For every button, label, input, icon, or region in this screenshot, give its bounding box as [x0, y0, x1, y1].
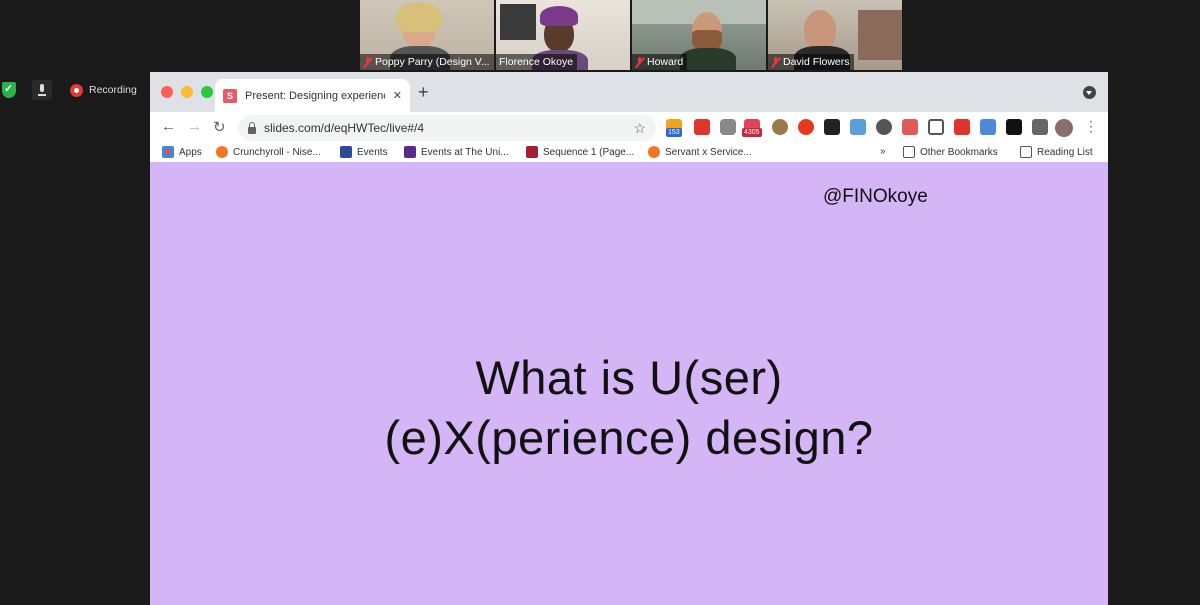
- tp-extension-icon[interactable]: [954, 119, 970, 135]
- university-m-icon: [404, 146, 416, 158]
- puzzle-extensions-icon[interactable]: [1032, 119, 1048, 135]
- browser-window: S Present: Designing experience ✕ + ← → …: [150, 72, 1108, 605]
- headline-line-2: (e)X(perience) design?: [384, 411, 874, 464]
- participant-tile[interactable]: Howard: [632, 0, 766, 70]
- new-tab-button[interactable]: +: [418, 82, 429, 103]
- window-controls: [161, 86, 213, 98]
- slide-headline: What is U(ser) (e)X(perience) design?: [150, 348, 1108, 468]
- participant-name: David Flowers: [768, 54, 854, 70]
- lock-icon[interactable]: [248, 121, 256, 134]
- folder-icon: [903, 146, 915, 158]
- bookmark-events[interactable]: Events: [340, 146, 388, 158]
- bookmark-events-uni[interactable]: Events at The Uni...: [404, 146, 509, 158]
- feather-extension-icon[interactable]: [980, 119, 996, 135]
- microphone-icon[interactable]: [32, 80, 52, 100]
- presentation-slide[interactable]: @FINOkoye What is U(ser) (e)X(perience) …: [150, 162, 1108, 605]
- participant-strip: Poppy Parry (Design V... Florence Okoye …: [360, 0, 902, 70]
- mic-muted-icon: [635, 56, 644, 68]
- tab-title: Present: Designing experience: [245, 89, 385, 102]
- media-extension-icon[interactable]: [694, 119, 710, 135]
- reload-button[interactable]: ↻: [213, 118, 226, 136]
- meeting-status: Recording: [0, 80, 137, 100]
- close-tab-icon[interactable]: ✕: [393, 89, 402, 102]
- close-window-button[interactable]: [161, 86, 173, 98]
- crop-extension-icon[interactable]: [928, 119, 944, 135]
- crunchyroll-icon: [648, 146, 660, 158]
- bookmark-star-icon[interactable]: ☆: [633, 120, 646, 137]
- toolbar: ← → ↻ slides.com/d/eqHWTec/live#/4 ☆ 153…: [150, 112, 1108, 144]
- headline-line-1: What is U(ser): [475, 351, 783, 404]
- participant-tile[interactable]: David Flowers: [768, 0, 902, 70]
- back-button[interactable]: ←: [161, 118, 176, 135]
- bookmark-servant[interactable]: Servant x Service...: [648, 146, 752, 158]
- owl-extension-icon[interactable]: [772, 119, 788, 135]
- bookmark-apps[interactable]: Apps: [162, 146, 202, 158]
- image-extension-icon[interactable]: [850, 119, 866, 135]
- more-menu-icon[interactable]: ⋮: [1084, 118, 1098, 135]
- recording-label: Recording: [89, 84, 137, 96]
- maximize-window-button[interactable]: [201, 86, 213, 98]
- slides-favicon-icon: S: [223, 88, 237, 103]
- tab-active[interactable]: S Present: Designing experience ✕: [215, 79, 410, 112]
- profile-avatar[interactable]: [1055, 119, 1073, 137]
- b-extension-icon[interactable]: [1006, 119, 1022, 135]
- bookmark-crunchyroll[interactable]: Crunchyroll - Nise...: [216, 146, 321, 158]
- twitter-handle: @FINOkoye: [823, 186, 928, 207]
- shield-crest-icon: [526, 146, 538, 158]
- tab-bar: S Present: Designing experience ✕ +: [150, 72, 1108, 112]
- events-icon: [340, 146, 352, 158]
- rss-feed-extension-icon[interactable]: 153: [666, 119, 682, 137]
- clock-extension-icon[interactable]: [876, 119, 892, 135]
- minimize-window-button[interactable]: [181, 86, 193, 98]
- reading-list-icon: [1020, 146, 1032, 158]
- tab-search-icon[interactable]: [1083, 86, 1096, 99]
- participant-name: Poppy Parry (Design V...: [360, 54, 494, 70]
- reading-list[interactable]: Reading List: [1020, 146, 1093, 158]
- url-text[interactable]: slides.com/d/eqHWTec/live#/4: [264, 121, 625, 135]
- crunchyroll-icon: [216, 146, 228, 158]
- participant-tile[interactable]: Poppy Parry (Design V...: [360, 0, 494, 70]
- mic-muted-icon: [363, 56, 372, 68]
- mail-extension-icon[interactable]: 4305: [742, 119, 762, 137]
- mic-muted-icon: [771, 56, 780, 68]
- bars-extension-icon[interactable]: [902, 119, 918, 135]
- participant-tile-speaking[interactable]: Florence Okoye: [496, 0, 630, 70]
- other-bookmarks[interactable]: Other Bookmarks: [903, 146, 998, 158]
- address-bar[interactable]: slides.com/d/eqHWTec/live#/4 ☆: [238, 115, 656, 141]
- participant-name: Florence Okoye: [496, 54, 578, 70]
- camera-extension-icon[interactable]: [720, 119, 736, 135]
- opera-extension-icon[interactable]: [798, 119, 814, 135]
- bookmark-sequence[interactable]: Sequence 1 (Page...: [526, 146, 634, 158]
- forward-button[interactable]: →: [187, 118, 202, 135]
- bookmarks-bar: Apps Crunchyroll - Nise... Events Events…: [150, 144, 1108, 163]
- library-extension-icon[interactable]: [824, 119, 840, 135]
- encryption-shield-icon[interactable]: [2, 82, 16, 98]
- apps-grid-icon: [162, 146, 174, 158]
- bookmarks-overflow[interactable]: »: [880, 146, 886, 157]
- participant-name: Howard: [632, 54, 688, 70]
- recording-icon: [70, 83, 83, 97]
